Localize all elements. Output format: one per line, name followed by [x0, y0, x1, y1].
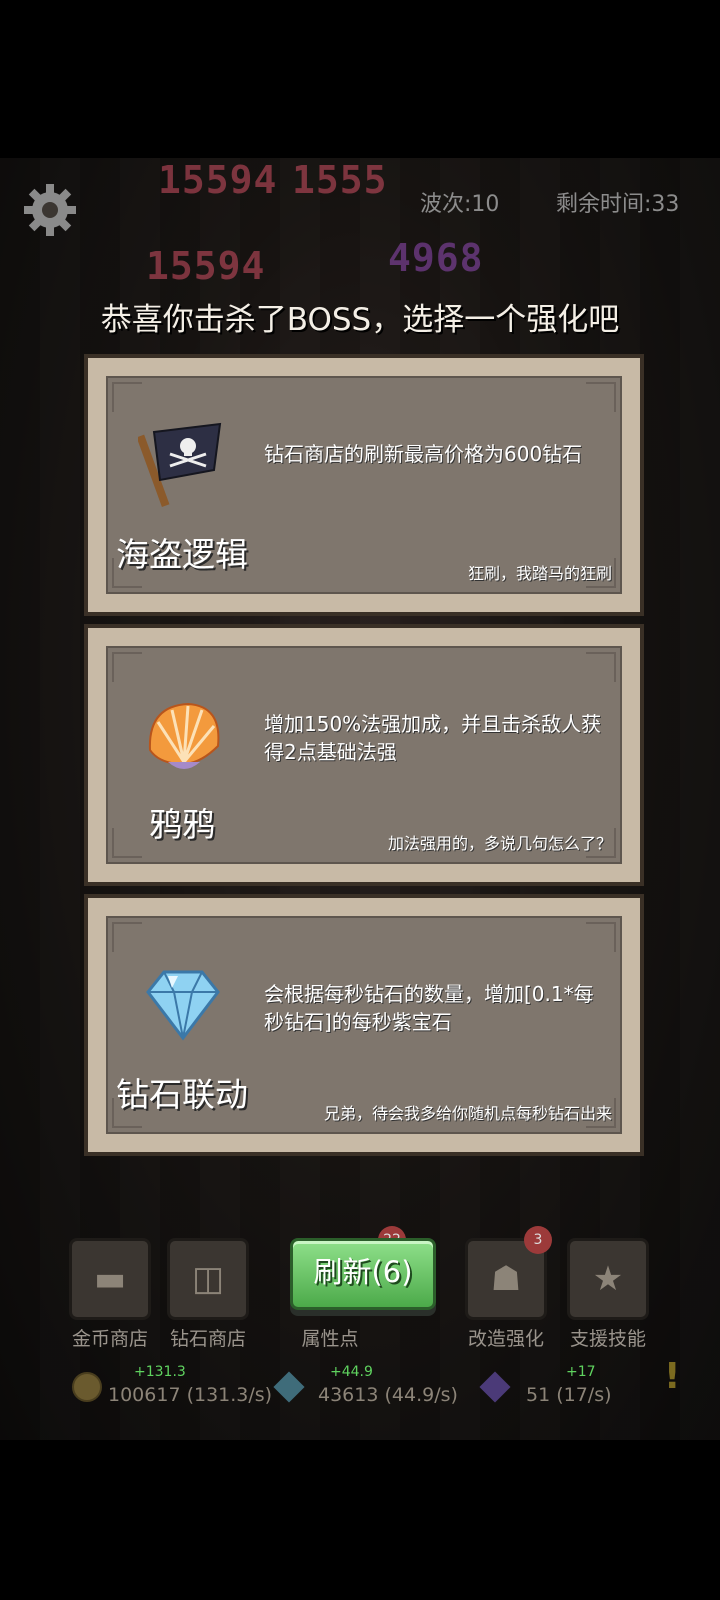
upgrade-card-yaya[interactable]: 鸦鸦 增加150%法强加成，并且击杀敌人获得2点基础法强 加法强用的，多说几句怎…	[84, 624, 644, 886]
star-icon: ★	[567, 1238, 649, 1320]
diamond-shop-button[interactable]: ◫ 钻石商店	[166, 1238, 250, 1351]
damage-number: 15594	[158, 158, 278, 202]
boss-kill-headline: 恭喜你击杀了BOSS，选择一个强化吧	[100, 302, 620, 338]
card-flavor-text: 狂刷，我踏马的狂刷	[467, 564, 612, 583]
card-description: 钻石商店的刷新最高价格为600钻石	[264, 442, 583, 466]
seashell-icon	[148, 702, 220, 769]
card-panel: 钻石联动 会根据每秒钻石的数量，增加[0.1*每秒钻石]的每秒紫宝石 兄弟，待会…	[106, 916, 622, 1134]
card-description: 会根据每秒钻石的数量，增加[0.1*每秒钻石]的每秒紫宝石	[264, 982, 594, 1034]
card-title: 钻石联动	[116, 1075, 248, 1114]
gem-amount: 51 (17/s)	[526, 1384, 612, 1406]
gem-delta: +17	[566, 1364, 596, 1380]
damage-number: 15594	[146, 244, 266, 288]
card-description: 增加150%法强加成，并且击杀敌人获得2点基础法强	[264, 712, 602, 764]
card-title: 鸦鸦	[149, 805, 215, 844]
upgrade-card-pirate-logic[interactable]: 海盗逻辑 钻石商店的刷新最高价格为600钻石 狂刷，我踏马的狂刷	[84, 354, 644, 616]
card-title: 海盗逻辑	[116, 535, 248, 574]
upgrade-button[interactable]: ☗ 改造强化 3	[464, 1226, 552, 1351]
gold-ingot-icon: ▬	[69, 1238, 151, 1320]
upgrade-badge: 3	[524, 1226, 552, 1254]
nav-label: 金币商店	[71, 1328, 148, 1350]
nav-label: 属性点	[301, 1328, 359, 1350]
gold-shop-button[interactable]: ▬ 金币商店	[68, 1238, 152, 1351]
nav-label: 钻石商店	[169, 1328, 246, 1350]
card-panel: 海盗逻辑 钻石商店的刷新最高价格为600钻石 狂刷，我踏马的狂刷	[106, 376, 622, 594]
cube-icon: ◫	[167, 1238, 249, 1320]
support-skills-button[interactable]: ★ 支援技能	[566, 1238, 650, 1351]
nav-label: 改造强化	[467, 1328, 544, 1350]
time-remaining: 剩余时间:33	[556, 192, 680, 217]
card-flavor-text: 兄弟，待会我多给你随机点每秒钻石出来	[323, 1104, 612, 1123]
diamond-delta: +44.9	[330, 1364, 373, 1380]
damage-number: 1555	[292, 158, 388, 202]
exclamation-icon[interactable]: !	[664, 1356, 680, 1397]
diamond-amount: 43613 (44.9/s)	[318, 1384, 458, 1406]
card-panel: 鸦鸦 增加150%法强加成，并且击杀敌人获得2点基础法强 加法强用的，多说几句怎…	[106, 646, 622, 864]
card-flavor-text: 加法强用的，多说几句怎么了？	[387, 834, 612, 853]
settings-gear-icon[interactable]	[20, 180, 80, 240]
pirate-flag-icon	[138, 422, 222, 507]
refresh-button[interactable]: 刷新(6)	[290, 1238, 436, 1310]
diamond-icon	[146, 970, 220, 1041]
gold-amount: 100617 (131.3/s)	[108, 1384, 273, 1406]
upgrade-card-diamond-link[interactable]: 钻石联动 会根据每秒钻石的数量，增加[0.1*每秒钻石]的每秒紫宝石 兄弟，待会…	[84, 894, 644, 1156]
damage-number: 4968	[388, 236, 484, 280]
nav-label: 支援技能	[569, 1328, 646, 1350]
gold-delta: +131.3	[134, 1364, 186, 1380]
wave-counter: 波次:10	[420, 192, 500, 217]
gold-coin-icon	[72, 1372, 102, 1402]
